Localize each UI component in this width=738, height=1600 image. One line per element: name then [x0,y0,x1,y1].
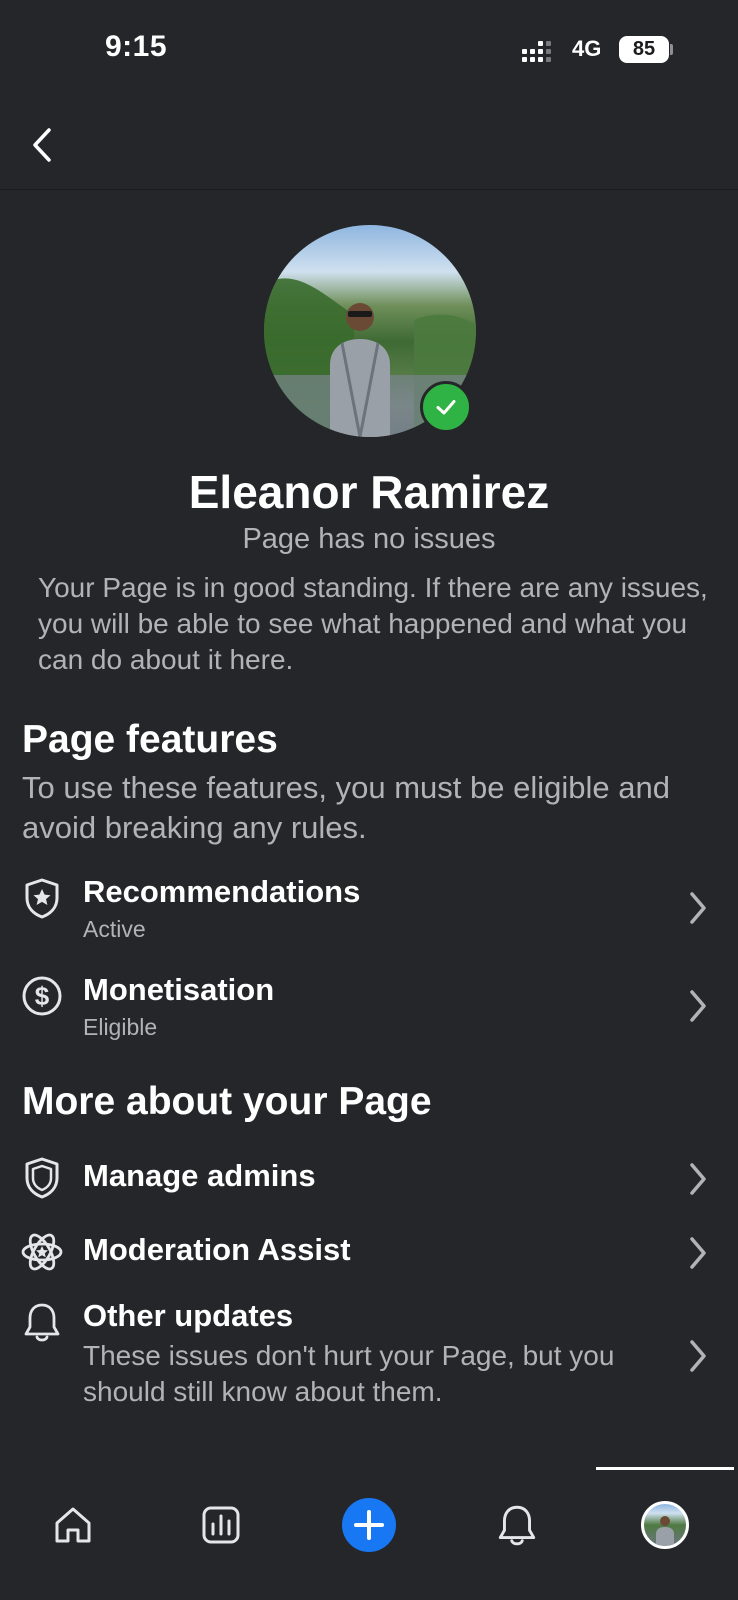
other-updates-description: These issues don't hurt your Page, but y… [83,1340,615,1407]
create-icon [342,1498,396,1552]
tab-notifications[interactable] [489,1497,545,1553]
other-updates-row[interactable]: Other updates These issues don't hurt yo… [0,1296,738,1416]
battery-cap [670,44,673,55]
page-features-description: To use these features, you must be eligi… [22,770,670,845]
dollar-circle-icon: $ [20,974,64,1018]
page-status: Page has no issues [242,523,496,555]
chevron-right-icon [686,1233,710,1273]
moderation-assist-row[interactable]: Moderation Assist [0,1224,738,1284]
atom-icon [20,1230,64,1274]
profile-avatar [641,1501,689,1549]
more-about-title: More about your Page [22,1080,432,1123]
status-time: 9:15 [105,30,168,63]
chevron-right-icon [686,986,710,1026]
battery-level: 85 [632,38,656,60]
bell-icon [20,1300,64,1344]
chevron-right-icon [686,1336,710,1376]
tab-bar [0,1467,738,1600]
tab-profile[interactable] [637,1497,693,1553]
shield-star-icon [20,876,64,920]
other-updates-label: Other updates [83,1298,294,1333]
chevron-left-icon [33,128,51,162]
recommendations-label: Recommendations [83,874,361,909]
monetisation-label: Monetisation [83,972,275,1007]
svg-text:$: $ [35,981,50,1011]
chevron-right-icon [686,888,710,928]
manage-admins-label: Manage admins [83,1158,316,1193]
network-type: 4G [572,36,602,61]
monetisation-status: Eligible [83,1014,158,1040]
active-tab-indicator [596,1467,734,1470]
recommendations-status: Active [83,916,146,942]
signal-icon [522,38,551,62]
chevron-right-icon [686,1159,710,1199]
standing-description: Your Page is in good standing. If there … [38,572,708,675]
verified-check-icon [420,381,472,433]
back-button[interactable] [22,122,62,168]
recommendations-row[interactable]: Recommendations Active [0,868,738,952]
page-name: Eleanor Ramirez [188,466,550,518]
moderation-assist-label: Moderation Assist [83,1232,351,1267]
nav-bar [0,100,738,190]
profile-avatar-large[interactable] [264,225,476,437]
page-features-title: Page features [22,718,278,761]
home-icon [55,1507,91,1543]
status-bar: 9:15 4G 85 [0,0,738,100]
tab-insights[interactable] [193,1497,249,1553]
shield-icon [20,1156,64,1200]
tab-create[interactable] [341,1497,397,1553]
manage-admins-row[interactable]: Manage admins [0,1150,738,1210]
battery-icon: 85 [619,36,669,63]
monetisation-row[interactable]: $ Monetisation Eligible [0,966,738,1050]
notifications-icon [498,1505,536,1546]
tab-home[interactable] [45,1497,101,1553]
insights-icon [202,1506,240,1544]
